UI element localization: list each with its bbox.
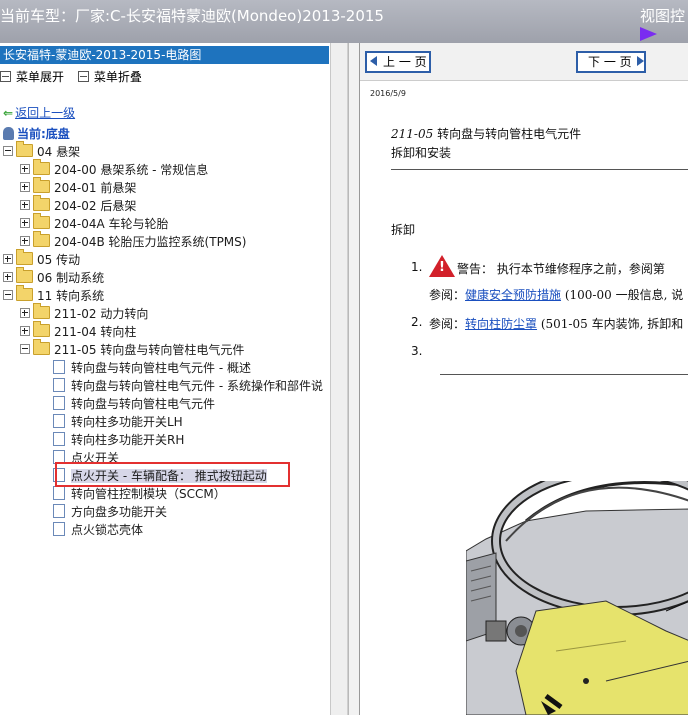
window-header: 当前车型：厂家:C-长安福特蒙迪欧(Mondeo)2013-2015 视图控 bbox=[0, 0, 688, 43]
tree-leaf[interactable]: 转向盘与转向管柱电气元件 - 系统操作和部件说 bbox=[53, 377, 323, 395]
folder-icon bbox=[33, 159, 50, 175]
arrow-right-icon bbox=[636, 56, 644, 66]
section-heading: 211-05 转向盘与转向管柱电气元件 bbox=[391, 127, 582, 141]
current-model-title: 当前车型：厂家:C-长安福特蒙迪欧(Mondeo)2013-2015 bbox=[0, 7, 384, 25]
folder-icon bbox=[33, 339, 50, 355]
tree-pane: 长安福特-蒙迪欧-2013-2015-电路图 菜单展开 菜单折叠 ⇐ 返回上一级 … bbox=[0, 43, 331, 715]
document-icon bbox=[53, 360, 65, 374]
divider bbox=[440, 374, 688, 375]
tree-leaf[interactable]: 方向盘多功能开关 bbox=[53, 503, 167, 521]
warning-step: ! 警告： 执行本节维修程序之前，参阅第 bbox=[429, 255, 665, 277]
tree-leaf[interactable]: 转向管柱控制模块（SCCM） bbox=[53, 485, 226, 503]
expand-toggle-icon[interactable] bbox=[20, 164, 30, 174]
step-number: 1. bbox=[411, 260, 423, 274]
menu-toolbar: 菜单展开 菜单折叠 bbox=[0, 68, 142, 85]
tree-node[interactable]: 04 悬架 bbox=[3, 141, 80, 161]
expand-toggle-icon[interactable] bbox=[3, 254, 13, 264]
document-icon bbox=[53, 396, 65, 410]
expand-toggle-icon[interactable] bbox=[20, 308, 30, 318]
expand-toggle-icon[interactable] bbox=[3, 272, 13, 282]
document-icon bbox=[53, 504, 65, 518]
folder-icon bbox=[16, 141, 33, 157]
tree-leaf[interactable]: 转向盘与转向管柱电气元件 bbox=[53, 395, 215, 413]
tree-node[interactable]: 204-00 悬架系统 - 常规信息 bbox=[20, 159, 208, 179]
tree-leaf[interactable]: 转向柱多功能开关RH bbox=[53, 431, 184, 449]
pane-title: 长安福特-蒙迪欧-2013-2015-电路图 bbox=[0, 46, 329, 64]
back-arrow-icon: ⇐ bbox=[3, 106, 14, 120]
folder-icon bbox=[33, 213, 50, 229]
tree-node[interactable]: 11 转向系统 bbox=[3, 285, 104, 305]
folder-icon bbox=[16, 249, 33, 265]
collapse-toggle-icon[interactable] bbox=[3, 146, 13, 156]
prev-page-button[interactable]: 上 一 页 bbox=[365, 51, 431, 73]
tree-leaf[interactable]: 点火锁芯壳体 bbox=[53, 521, 143, 539]
document-view: 上 一 页 下 一 页 2016/5/9 211-05 转向盘与转向管柱电气元件… bbox=[359, 43, 688, 715]
document-icon bbox=[53, 414, 65, 428]
next-page-button[interactable]: 下 一 页 bbox=[576, 51, 646, 73]
warning-icon: ! bbox=[429, 255, 455, 277]
steering-column-illustration bbox=[466, 481, 688, 715]
tree-leaf[interactable]: 转向柱多功能开关LH bbox=[53, 413, 183, 431]
tree-node[interactable]: 204-04A 车轮与轮胎 bbox=[20, 213, 169, 233]
document-icon bbox=[53, 522, 65, 536]
tree-node[interactable]: 211-05 转向盘与转向管柱电气元件 bbox=[20, 339, 244, 359]
folder-icon bbox=[33, 231, 50, 247]
folder-icon bbox=[33, 303, 50, 319]
car-location-icon bbox=[3, 127, 14, 140]
expand-toggle-icon[interactable] bbox=[20, 218, 30, 228]
expand-toggle-icon[interactable] bbox=[20, 326, 30, 336]
collapse-toggle-icon[interactable] bbox=[20, 344, 30, 354]
expand-toggle-icon[interactable] bbox=[20, 200, 30, 210]
divider bbox=[391, 169, 688, 170]
page-nav-bar: 上 一 页 下 一 页 bbox=[360, 43, 688, 81]
step-text: 参阅：转向柱防尘罩 (501-05 车内装饰, 拆卸和 bbox=[429, 317, 684, 331]
document-icon bbox=[53, 486, 65, 500]
document-pane: 上 一 页 下 一 页 2016/5/9 211-05 转向盘与转向管柱电气元件… bbox=[348, 43, 688, 715]
safety-precautions-link[interactable]: 健康安全预防措施 bbox=[465, 288, 561, 302]
column-shroud-link[interactable]: 转向柱防尘罩 bbox=[465, 317, 537, 331]
document-date: 2016/5/9 bbox=[370, 89, 406, 98]
folder-icon bbox=[33, 195, 50, 211]
folder-icon bbox=[16, 285, 33, 301]
document-icon bbox=[53, 432, 65, 446]
document-icon bbox=[53, 378, 65, 392]
step-number: 2. bbox=[411, 315, 423, 329]
tree-node[interactable]: 204-04B 轮胎压力监控系统(TPMS) bbox=[20, 231, 246, 251]
expand-toggle-icon[interactable] bbox=[20, 182, 30, 192]
pane-splitter[interactable] bbox=[331, 43, 348, 715]
expand-toggle-icon[interactable] bbox=[20, 236, 30, 246]
expand-all-button[interactable]: 菜单展开 bbox=[0, 68, 64, 85]
selection-highlight-box bbox=[55, 462, 290, 487]
tree-leaf[interactable]: 转向盘与转向管柱电气元件 - 概述 bbox=[53, 359, 251, 377]
view-control-label[interactable]: 视图控 bbox=[640, 5, 685, 26]
arrow-left-icon bbox=[370, 56, 377, 66]
folder-icon bbox=[33, 177, 50, 193]
folder-icon bbox=[33, 321, 50, 337]
step-number: 3. bbox=[411, 344, 423, 358]
step-reference: 参阅：健康安全预防措施 (100-00 一般信息, 说 bbox=[429, 288, 684, 302]
expand-icon bbox=[0, 71, 11, 82]
collapse-all-button[interactable]: 菜单折叠 bbox=[77, 68, 142, 85]
collapse-icon bbox=[77, 71, 89, 82]
folder-icon bbox=[16, 267, 33, 283]
view-arrow-icon[interactable] bbox=[640, 27, 657, 41]
removal-heading: 拆卸 bbox=[391, 223, 416, 237]
section-subtitle: 拆卸和安装 bbox=[391, 146, 452, 160]
tree-node[interactable]: 05 传动 bbox=[3, 249, 80, 269]
collapse-toggle-icon[interactable] bbox=[3, 290, 13, 300]
back-link[interactable]: ⇐ 返回上一级 bbox=[3, 104, 75, 121]
current-location: 当前:底盘 bbox=[3, 125, 70, 142]
